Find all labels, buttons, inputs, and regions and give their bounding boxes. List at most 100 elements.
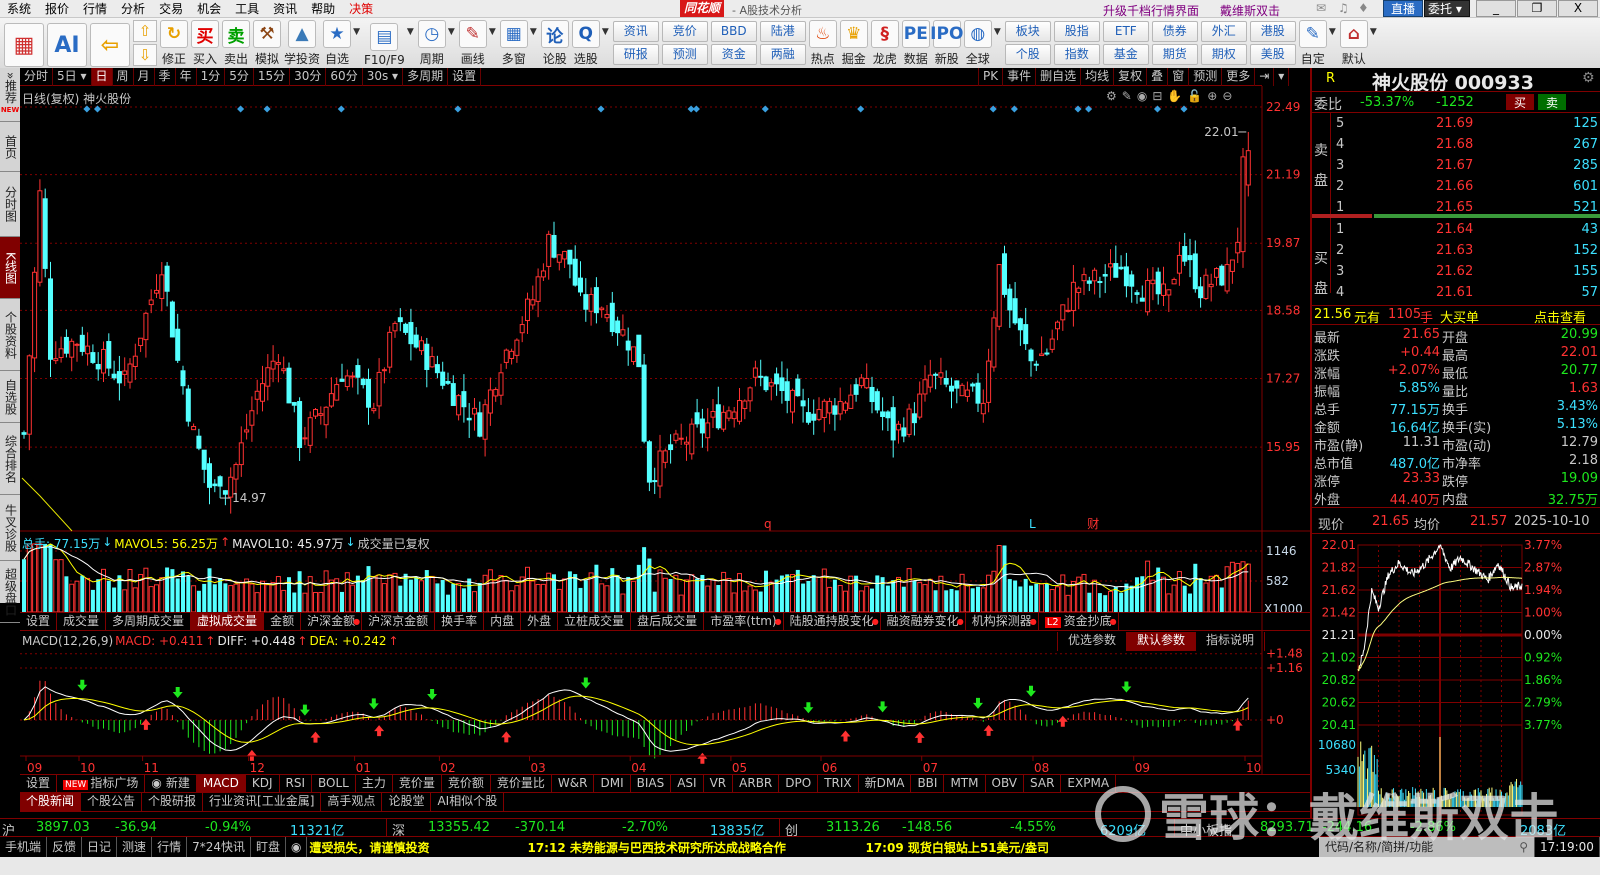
tab[interactable]: BIAS [631,775,672,792]
live-button[interactable]: 直播 [1383,0,1423,17]
ticker-item[interactable]: 17:12 未势能源与巴西技术研究所达成战略合作 [527,839,785,856]
chevron-down-icon[interactable]: ▼ [448,27,455,37]
period-tab[interactable]: 15分 [254,68,291,86]
toolbar-button[interactable]: ♨ 热点 [808,19,837,67]
tab[interactable]: EXPMA [1061,775,1117,792]
tab[interactable]: 成交量 [57,613,107,630]
menu-item[interactable]: 工具 [228,0,266,17]
period-tab[interactable]: 年 [176,68,197,86]
quick-link-button[interactable]: 港股 [1249,21,1296,42]
tab[interactable]: 竞价量 [393,775,442,792]
tab[interactable]: 多周期成交量 [106,613,192,630]
menu-item[interactable]: 分析 [114,0,152,17]
sidebar-item[interactable]: 综合排名 [0,423,20,495]
tab[interactable]: ◉ 新建 [145,775,197,792]
event-diamond-icon[interactable] [857,105,865,113]
chevron-down-icon[interactable]: ▼ [353,27,360,37]
sidebar-item[interactable]: 个股资料 [0,299,20,371]
chart-option-button[interactable]: ▾ [1274,68,1290,86]
menu-item[interactable]: 交易 [152,0,190,17]
intraday-chart[interactable]: 22.01 3.77% 21.82 2.87% 21.62 1.94% 21.42 1.00%… [1312,535,1600,818]
event-diamond-icon[interactable] [337,105,345,113]
tab[interactable]: ARBR [733,775,780,792]
toolbar-button[interactable]: 买买入 [191,19,219,67]
menu-item[interactable]: 报价 [38,0,76,17]
buy-button[interactable]: 买 [1506,94,1534,110]
tab[interactable]: 高手观点 [321,793,383,811]
quick-link-button[interactable]: 债券 [1151,21,1198,42]
chart-option-button[interactable]: 窗 [1168,68,1190,86]
sidebar-item[interactable]: »推荐 NEW [0,68,20,122]
event-marker[interactable]: q [764,517,772,531]
menu-item[interactable]: 机会 [190,0,228,17]
view-big-orders-link[interactable]: 点击查看 [1534,307,1586,326]
arrow-down-icon[interactable]: ⇩ [133,44,157,66]
toolbar-button[interactable]: ✎ 自定 ▼ [1298,19,1336,67]
tab[interactable]: 换手率 [435,613,485,630]
period-tab[interactable]: 多周期 [403,68,449,86]
tab[interactable]: 设置 [20,613,58,630]
tab[interactable]: BOLL [312,775,356,792]
tab[interactable]: 新DMA [859,775,912,792]
tab[interactable]: 立桩成交量 [558,613,632,630]
sidebar-item[interactable]: K线图 [0,237,20,299]
event-diamond-icon[interactable] [263,105,271,113]
menu-item[interactable]: 资讯 [266,0,304,17]
toolbar-button[interactable]: ▤ F10/F9 ▼ [364,19,414,67]
chart-option-button[interactable]: 事件 [1003,68,1037,86]
status-button[interactable]: 行情 [152,837,188,857]
toolbar-button[interactable]: ★ 自选 ▼ [323,19,360,67]
status-button[interactable]: 日记 [82,837,118,857]
menu-item[interactable]: 决策 [342,0,380,17]
toolbar-button[interactable]: PE 数据 [901,19,930,67]
toolbar-button[interactable]: IPO 新股 [930,19,963,67]
toolbar-button[interactable]: ✎ 画线 ▼ [458,19,496,67]
tab[interactable]: MACD [196,775,246,792]
tab[interactable]: W&R [552,775,595,792]
period-tab[interactable]: 30s ▾ [363,68,404,86]
ticker-item[interactable]: 遭受损失，请谨慎投资 [309,839,429,856]
quick-link-button[interactable]: 两融 [759,44,806,65]
chevron-down-icon[interactable]: ▼ [530,27,537,37]
toolbar-button[interactable]: ▦ [4,19,44,67]
chart-option-button[interactable]: PK [979,68,1004,86]
orderbook-row[interactable]: 3 21.67 285 [1312,156,1600,177]
tab[interactable]: OBV [986,775,1025,792]
search-icon[interactable]: ⚲ [1519,837,1528,857]
chart-option-button[interactable]: 预测 [1189,68,1223,86]
quick-link-button[interactable]: 期权 [1200,44,1247,65]
quick-link-button[interactable]: 指数 [1053,44,1100,65]
chevron-down-icon[interactable]: ▼ [602,27,609,37]
quick-link-button[interactable]: 股指 [1053,21,1100,42]
quick-link-button[interactable]: 板块 [1004,21,1051,42]
orderbook-row[interactable]: 1 21.64 43 [1312,220,1600,241]
sidebar-item[interactable]: 超级盘口 [0,561,20,623]
period-tab[interactable]: 季 [155,68,176,86]
quick-link-button[interactable]: 外汇 [1200,21,1247,42]
status-button[interactable]: 盯盘 [251,837,286,857]
toolbar-button[interactable]: Q 选股 ▼ [571,19,609,67]
search-box[interactable]: 代码/名称/简拼/功能 ⚲ [1319,837,1534,857]
toolbar-button[interactable]: ◷ 周期 ▼ [417,19,455,67]
tab[interactable]: DPO [779,775,819,792]
chart-option-button[interactable]: 删自选 [1036,68,1082,86]
event-diamond-icon[interactable] [237,105,245,113]
status-button[interactable]: 反馈 [47,837,83,857]
quick-link-button[interactable]: 个股 [1004,44,1051,65]
toolbar-button[interactable]: AI [47,19,87,67]
tab[interactable]: 融资融券变化 ● [881,613,966,630]
tab[interactable]: 陆股通持股变化 ● [784,613,881,630]
event-diamond-icon[interactable] [761,105,769,113]
tab[interactable]: ASI [671,775,704,792]
chevron-down-icon[interactable]: ▼ [407,27,414,37]
sell-button[interactable]: 卖 [1538,94,1566,110]
tab[interactable]: 虚拟成交量 [191,613,265,630]
chevron-down-icon[interactable]: ▼ [994,27,1001,37]
quick-link-button[interactable]: 陆港 [759,21,806,42]
event-marker[interactable]: 财 [1087,517,1099,531]
quick-link-button[interactable]: 期货 [1151,44,1198,65]
tab[interactable]: MTM [944,775,986,792]
toolbar-button[interactable]: ▲ 学投资 [284,19,320,67]
tab[interactable]: 盘后成交量 [631,613,705,630]
restore-button[interactable]: ❐ [1517,0,1557,17]
